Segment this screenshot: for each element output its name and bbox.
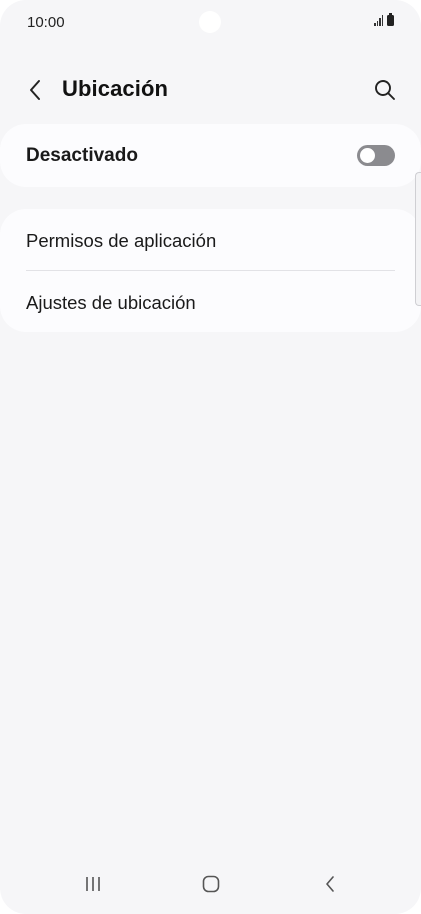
list-item-app-permissions[interactable]: Permisos de aplicación [0,209,421,270]
nav-back-button[interactable] [310,868,350,900]
camera-cutout [199,11,221,33]
phone-screen: 10:00 Ubicación Desactivado Permisos de … [0,0,421,914]
settings-list-card: Permisos de aplicación Ajustes de ubicac… [0,209,421,332]
chevron-left-icon [30,80,40,100]
scroll-indicator[interactable] [415,172,421,306]
search-button[interactable] [371,76,399,104]
location-toggle-card[interactable]: Desactivado [0,124,421,187]
home-button[interactable] [191,868,231,900]
location-toggle-label: Desactivado [26,145,138,166]
location-toggle-switch[interactable] [357,145,395,166]
back-icon [326,876,334,892]
home-icon [202,875,220,893]
back-button[interactable] [18,76,52,104]
recents-icon [86,877,100,891]
navigation-bar [0,854,421,914]
recents-button[interactable] [73,868,113,900]
list-item-location-settings[interactable]: Ajustes de ubicación [0,271,421,332]
status-bar: 10:00 [0,0,421,44]
list-item-label: Ajustes de ubicación [26,292,196,313]
page-title: Ubicación [62,76,169,101]
status-icons [374,13,394,26]
toggle-knob [360,148,375,163]
search-icon [375,80,395,100]
list-item-label: Permisos de aplicación [26,230,217,251]
battery-icon [387,13,394,26]
app-header: Ubicación [0,64,421,114]
status-time: 10:00 [27,14,65,31]
signal-icon [374,15,383,26]
